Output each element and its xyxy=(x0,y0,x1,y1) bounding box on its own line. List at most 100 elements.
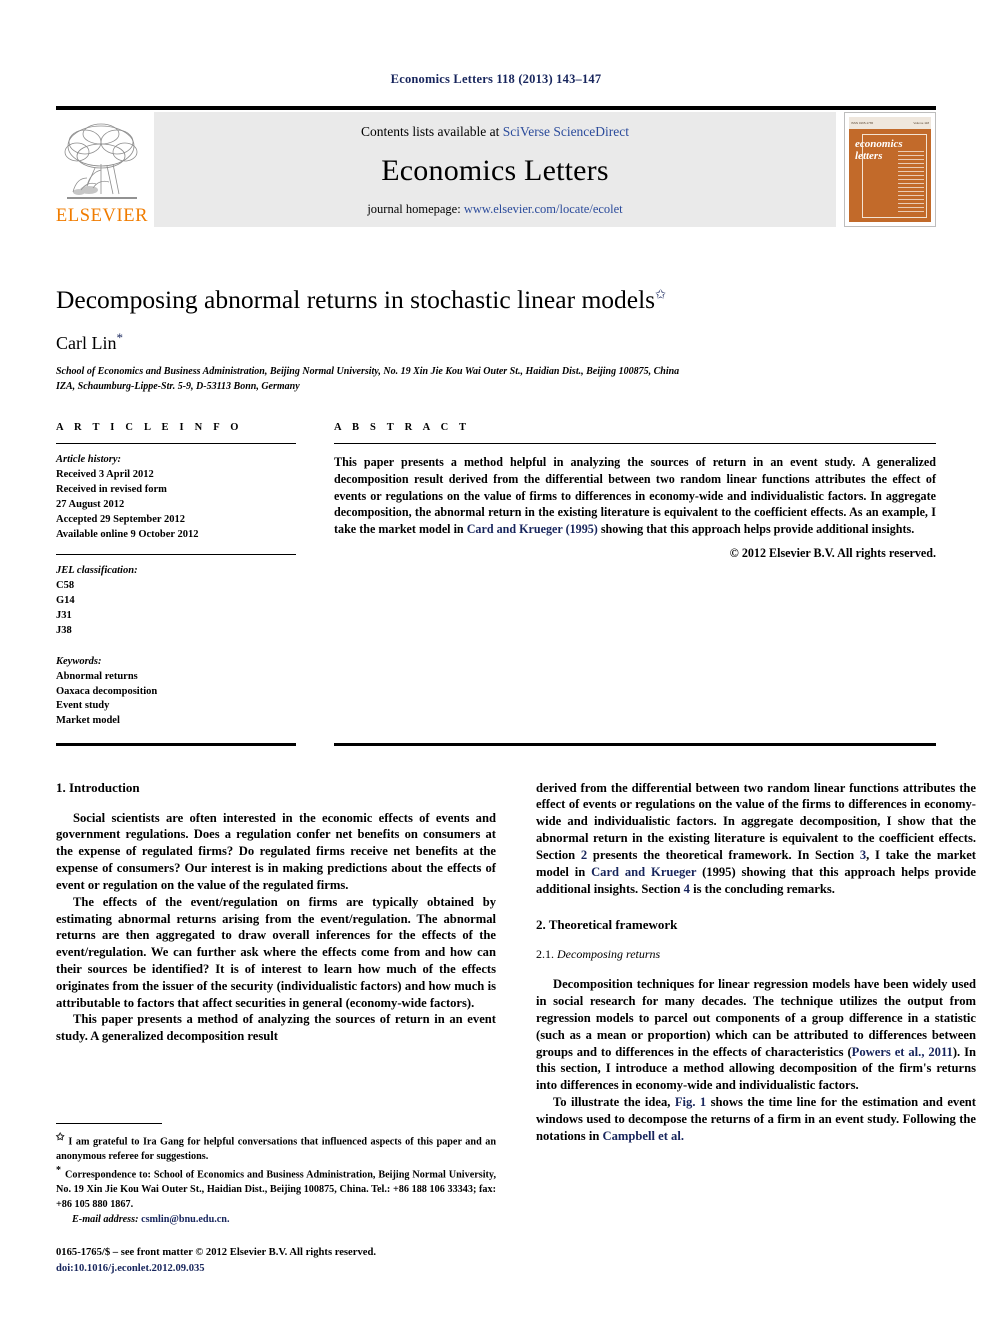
abstract-citation-link[interactable]: Card and Krueger xyxy=(467,522,563,536)
theory-paragraph-2: To illustrate the idea, Fig. 1 shows the… xyxy=(536,1094,976,1144)
cover-title-line1: economics xyxy=(855,138,903,150)
abstract-text: This paper presents a method helpful in … xyxy=(334,454,936,537)
cover-title-line2: letters xyxy=(855,149,883,162)
info-abstract-section: A R T I C L E I N F O Article history: R… xyxy=(56,422,936,730)
campbell-link[interactable]: Campbell et al. xyxy=(603,1129,685,1143)
abstract-bottom-rule xyxy=(334,743,936,746)
jel-label: JEL classification: xyxy=(56,565,138,577)
title-block: Decomposing abnormal returns in stochast… xyxy=(56,285,936,394)
article-info-heading: A R T I C L E I N F O xyxy=(56,421,243,433)
introduction-heading: 1. Introduction xyxy=(56,779,140,795)
journal-masthead: ELSEVIER Contents lists available at Sci… xyxy=(56,112,936,227)
journal-cover-thumbnail: ISSN 0165-1765 Volume 118 economics lett… xyxy=(844,112,936,227)
intro-paragraph-2: The effects of the event/regulation on f… xyxy=(56,894,496,1010)
history-item: Received 3 April 2012 xyxy=(56,469,154,481)
column-gap xyxy=(296,422,334,730)
title-footnote-marker: ✩ xyxy=(655,286,667,302)
tp2-a: To illustrate the idea, xyxy=(553,1095,675,1110)
homepage-line: journal homepage: www.elsevier.com/locat… xyxy=(367,202,622,217)
homepage-prefix: journal homepage: xyxy=(367,202,464,216)
footnote-2: * Correspondence to: School of Economics … xyxy=(56,1164,496,1212)
abstract-part2: showing that this approach helps provide… xyxy=(597,521,915,536)
contents-line: Contents lists available at SciVerse Sci… xyxy=(361,124,629,140)
email-label: E-mail address: xyxy=(72,1214,142,1225)
running-head: Economics Letters 118 (2013) 143–147 xyxy=(390,72,602,86)
keyword: Event study xyxy=(56,700,110,712)
keyword: Oaxaca decomposition xyxy=(56,685,158,697)
sciencedirect-link[interactable]: SciVerse ScienceDirect xyxy=(503,124,629,139)
theory-paragraph-1: Decomposition techniques for linear regr… xyxy=(536,976,976,1094)
contents-prefix: Contents lists available at xyxy=(360,124,503,139)
affiliation-2: IZA, Schaumburg-Lippe-Str. 5-9, D-53113 … xyxy=(56,380,300,392)
keywords-group: Keywords: Abnormal returns Oaxaca decomp… xyxy=(56,655,296,730)
subsection-number: 2.1. xyxy=(536,947,557,962)
footnotes-block: ✩ I am grateful to Ira Gang for helpful c… xyxy=(56,1122,496,1225)
section-bottom-rules xyxy=(56,743,936,746)
history-item: 27 August 2012 xyxy=(56,498,125,510)
history-item: Received in revised form xyxy=(56,484,167,495)
abstract-heading: A B S T R A C T xyxy=(334,421,471,433)
keyword: Abnormal returns xyxy=(56,670,138,682)
doi-line[interactable]: doi:10.1016/j.econlet.2012.09.035 xyxy=(56,1261,376,1277)
cover-issn: ISSN 0165-1765 xyxy=(851,121,874,125)
footnote-1-marker: ✩ xyxy=(56,1131,65,1143)
footnote-email: E-mail address: csmlin@bnu.edu.cn. xyxy=(72,1214,496,1225)
cover-volume: Volume 118 xyxy=(913,121,929,125)
footnote-1: ✩ I am grateful to Ira Gang for helpful c… xyxy=(56,1131,496,1164)
article-history-label: Article history: xyxy=(56,454,122,466)
author-name: Carl Lin xyxy=(56,332,117,353)
footnote-rule xyxy=(56,1122,162,1124)
footnote-1-text: I am grateful to Ira Gang for helpful co… xyxy=(56,1136,496,1162)
keywords-label: Keywords: xyxy=(56,655,102,667)
rp1-b: presents the theoretical framework. In S… xyxy=(587,847,860,862)
cover-topbar: ISSN 0165-1765 Volume 118 xyxy=(849,117,931,129)
abstract-citation-year[interactable]: (1995) xyxy=(563,522,598,536)
card-krueger-link[interactable]: Card and Krueger xyxy=(591,865,696,879)
info-bottom-rule xyxy=(56,743,296,746)
footnote-2-marker: * xyxy=(56,1165,61,1177)
intro-paragraph-1: Social scientists are often interested i… xyxy=(56,810,496,892)
body-right-column: derived from the differential between tw… xyxy=(536,780,976,1145)
theory-heading: 2. Theoretical framework xyxy=(536,917,678,933)
jel-code: C58 xyxy=(56,580,75,592)
jel-code: J31 xyxy=(56,609,72,621)
elsevier-logo: ELSEVIER xyxy=(56,112,148,227)
article-history-group: Article history: Received 3 April 2012 R… xyxy=(56,453,296,542)
abstract-rule xyxy=(334,442,936,445)
rule-gap xyxy=(296,743,334,745)
masthead-center: Contents lists available at SciVerse Sci… xyxy=(154,112,836,227)
rp1-e: is the concluding remarks. xyxy=(689,881,835,896)
elsevier-wordmark: ELSEVIER xyxy=(55,205,149,226)
powers-link[interactable]: Powers et al., 2011 xyxy=(852,1045,953,1059)
article-info-separator xyxy=(56,553,296,556)
jel-code: J38 xyxy=(56,624,72,636)
body-columns: 1. Introduction Social scientists are of… xyxy=(56,780,976,1145)
page-title: Decomposing abnormal returns in stochast… xyxy=(56,285,936,316)
article-info-column: A R T I C L E I N F O Article history: R… xyxy=(56,422,296,730)
colophon: 0165-1765/$ – see front matter © 2012 El… xyxy=(56,1245,376,1277)
journal-title: Economics Letters xyxy=(381,154,609,187)
history-item: Accepted 29 September 2012 xyxy=(56,513,185,525)
history-item: Available online 9 October 2012 xyxy=(56,528,199,540)
affiliations: School of Economics and Business Adminis… xyxy=(56,364,936,394)
article-info-rule xyxy=(56,442,296,445)
issn-line: 0165-1765/$ – see front matter © 2012 El… xyxy=(56,1247,376,1259)
jel-code: G14 xyxy=(56,595,75,607)
footnote-2-text: Correspondence to: School of Economics a… xyxy=(56,1169,496,1210)
intro-paragraph-3: This paper presents a method of analyzin… xyxy=(56,1012,496,1044)
abstract-column: A B S T R A C T This paper presents a me… xyxy=(334,422,936,730)
email-link[interactable]: csmlin@bnu.edu.cn. xyxy=(141,1214,229,1225)
figure-1-link[interactable]: Fig. 1 xyxy=(675,1095,706,1109)
body-left-column: 1. Introduction Social scientists are of… xyxy=(56,780,496,1145)
keyword: Market model xyxy=(56,715,120,727)
author-footnote-marker: * xyxy=(116,329,124,345)
paper-page: Economics Letters 118 (2013) 143–147 ELS… xyxy=(0,0,992,1323)
author-line: Carl Lin* xyxy=(56,330,936,354)
elsevier-tree-icon xyxy=(64,123,138,199)
homepage-link[interactable]: www.elsevier.com/locate/ecolet xyxy=(464,202,623,216)
copyright-line: © 2012 Elsevier B.V. All rights reserved… xyxy=(729,545,936,560)
body-column-gap xyxy=(496,780,536,1145)
subsection-title: Decomposing returns xyxy=(557,947,661,962)
masthead-top-rule xyxy=(56,106,936,110)
paper-title-text: Decomposing abnormal returns in stochast… xyxy=(56,285,656,314)
